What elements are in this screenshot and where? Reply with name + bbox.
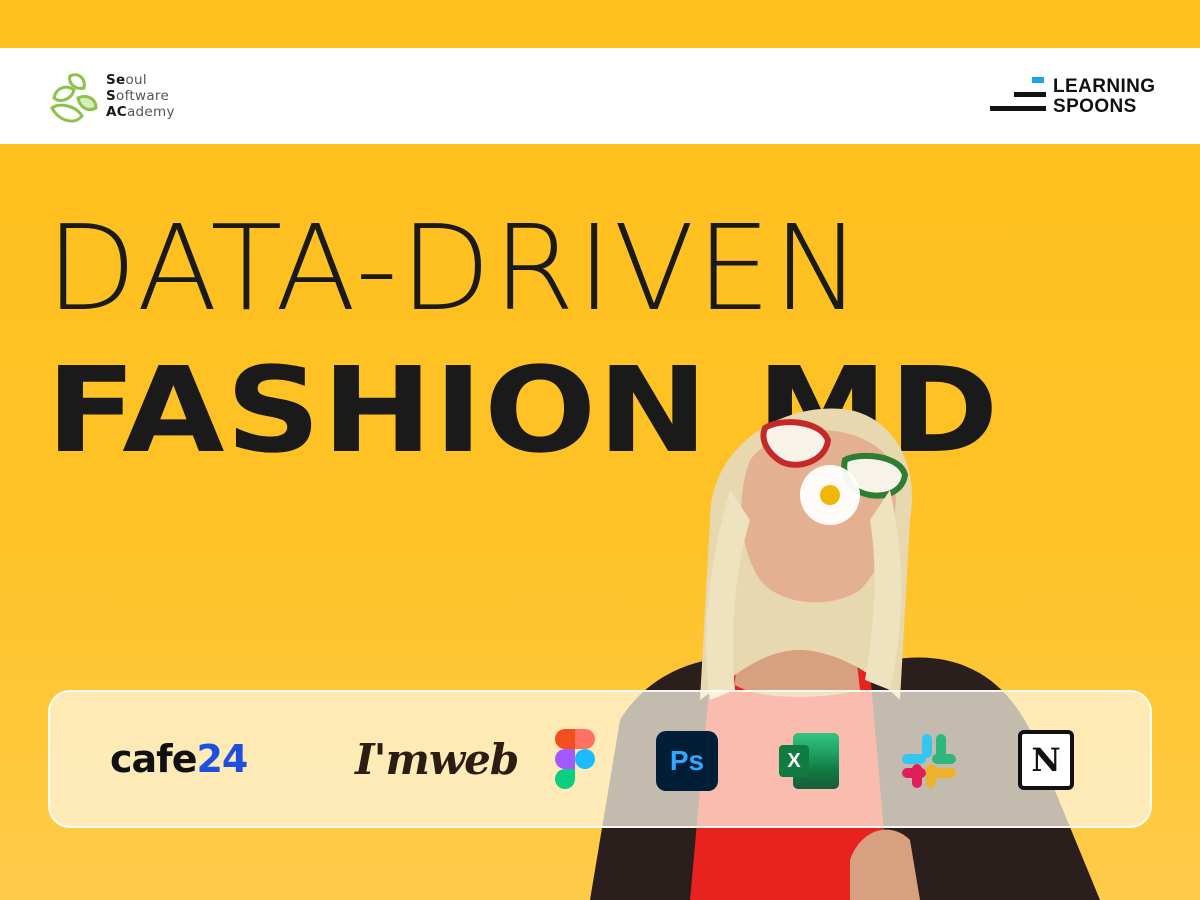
slack-icon [902,734,956,788]
daisy-flower [800,465,860,525]
imweb-logo: I'mweb [355,734,519,784]
leaf-icon [50,73,98,123]
stairs-icon [990,77,1046,111]
photoshop-icon: Ps [656,731,718,791]
tools-bar: cafe 24 I'mweb Ps X N [48,690,1152,828]
figma-icon [555,729,595,789]
cafe24-logo: cafe 24 [110,737,248,781]
notion-icon: N [1018,730,1074,790]
sesac-wordmark: Seoul Software ACademy [106,72,175,120]
excel-icon: X [777,731,841,791]
learning-spoons-logo: LEARNING SPOONS [988,75,1158,119]
title-line-1: DATA-DRIVEN [46,199,864,337]
sesac-logo: Seoul Software ACademy [48,68,188,128]
learning-spoons-wordmark: LEARNING SPOONS [1053,76,1156,117]
